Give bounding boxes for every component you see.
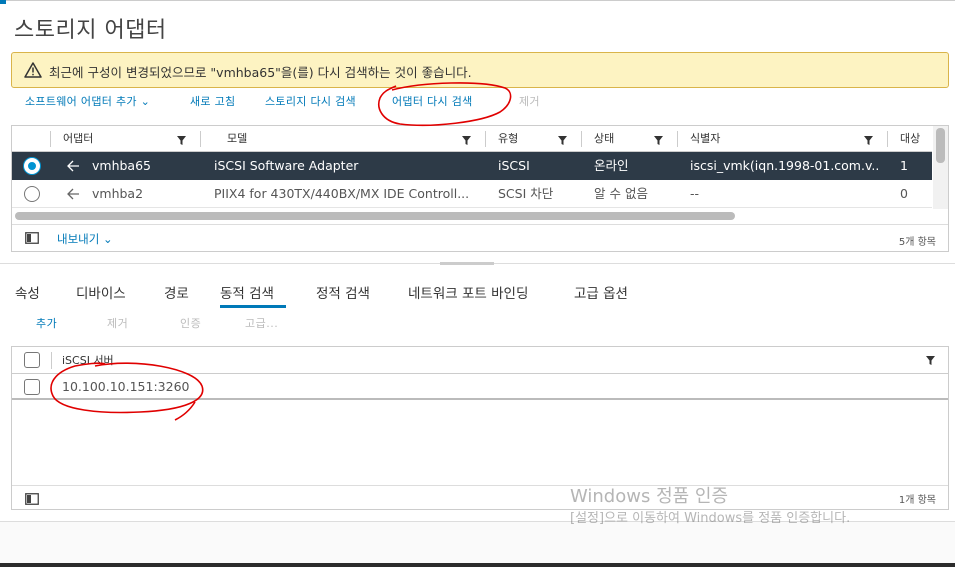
top-border	[0, 0, 955, 4]
add-server-button[interactable]: 추가	[36, 315, 57, 331]
row-radio-selected[interactable]	[24, 158, 40, 174]
item-count: 5개 항목	[898, 237, 936, 248]
column-header-identifier[interactable]: 식별자	[684, 126, 854, 152]
add-software-adapter-button[interactable]: 소프트웨어 어댑터 추가 ⌄	[25, 93, 150, 109]
cell-status: 온라인	[594, 158, 629, 173]
activation-watermark-text: [설정]으로 이동하여 Windows를 정품 인증합니다.	[570, 511, 851, 526]
column-toggle-icon[interactable]	[25, 493, 39, 505]
table-row[interactable]: 10.100.10.151:3260	[12, 374, 948, 400]
chevron-down-icon: ⌄	[140, 95, 151, 108]
filter-icon[interactable]	[654, 136, 663, 145]
refresh-button[interactable]: 새로 고침	[190, 93, 235, 109]
scrollbar-thumb[interactable]	[15, 212, 735, 220]
row-checkbox[interactable]	[24, 379, 40, 395]
warning-alert: 최근에 구성이 변경되었으므로 "vmhba65"을(를) 다시 검색하는 것이…	[11, 52, 949, 88]
cell-model: iSCSI Software Adapter	[214, 158, 359, 173]
cell-identifier: --	[690, 186, 700, 201]
detail-tabs: 속성 디바이스 경로 동적 검색 정적 검색 네트워크 포트 바인딩 고급 옵션	[0, 282, 955, 310]
cell-type: SCSI 차단	[498, 186, 554, 201]
vertical-scrollbar[interactable]	[933, 126, 948, 209]
iscsi-server-address: 10.100.10.151:3260	[62, 379, 190, 394]
cell-targets: 1	[900, 158, 908, 173]
column-header-type[interactable]: 유형	[492, 126, 562, 152]
export-button[interactable]: 내보내기 ⌄	[57, 231, 113, 247]
scrollbar-thumb[interactable]	[936, 128, 945, 163]
authentication-button[interactable]: 인증	[180, 315, 201, 331]
table-row[interactable]: vmhba65 iSCSI Software Adapter iSCSI 온라인…	[12, 152, 932, 180]
tab-static-discovery[interactable]: 정적 검색	[316, 282, 370, 308]
warning-icon	[24, 62, 42, 78]
horizontal-scrollbar[interactable]	[12, 209, 932, 223]
column-header-adapter[interactable]: 어댑터	[57, 126, 197, 152]
select-all-checkbox[interactable]	[24, 352, 40, 368]
adapter-icon	[67, 160, 79, 172]
cell-type: iSCSI	[498, 158, 530, 173]
column-separator	[887, 131, 888, 147]
cell-status: 알 수 없음	[594, 186, 648, 201]
column-separator	[581, 131, 582, 147]
cell-identifier: iscsi_vmk(iqn.1998-01.com.v...	[690, 158, 880, 173]
page-title: 스토리지 어댑터	[14, 18, 167, 43]
cell-model: PIIX4 for 430TX/440BX/MX IDE Controll...	[214, 186, 470, 201]
activation-watermark-title: Windows 정품 인증	[570, 486, 729, 507]
tab-properties[interactable]: 속성	[15, 282, 40, 308]
column-header-targets[interactable]: 대상	[894, 126, 932, 152]
column-separator	[50, 131, 51, 147]
column-header-model[interactable]: 모델	[221, 126, 461, 152]
servers-table-header: iSCSI 서버	[12, 347, 948, 374]
alert-message: 최근에 구성이 변경되었으므로 "vmhba65"을(를) 다시 검색하는 것이…	[49, 65, 472, 80]
taskbar-edge	[0, 563, 955, 567]
column-separator	[677, 131, 678, 147]
rescan-storage-button[interactable]: 스토리지 다시 검색	[265, 93, 356, 109]
row-radio[interactable]	[24, 186, 40, 202]
filter-icon[interactable]	[926, 356, 935, 365]
advanced-button[interactable]: 고급...	[245, 315, 278, 331]
column-separator	[51, 352, 52, 369]
table-row[interactable]: vmhba2 PIIX4 for 430TX/440BX/MX IDE Cont…	[12, 180, 932, 208]
adapters-table: 어댑터 모델 유형 상태 식별자 대상 vmhba65 iSCSI Softwa…	[11, 125, 949, 252]
remove-adapter-button[interactable]: 제거	[519, 93, 540, 109]
column-toggle-icon[interactable]	[25, 232, 39, 244]
chevron-down-icon: ⌄	[102, 232, 113, 246]
remove-server-button[interactable]: 제거	[107, 315, 128, 331]
filter-icon[interactable]	[462, 136, 471, 145]
filter-icon[interactable]	[177, 136, 186, 145]
adapter-icon	[67, 188, 79, 200]
tab-devices[interactable]: 디바이스	[76, 282, 126, 308]
filter-icon[interactable]	[558, 136, 567, 145]
tab-paths[interactable]: 경로	[164, 282, 189, 308]
column-separator	[200, 131, 201, 147]
resize-handle[interactable]	[440, 262, 494, 265]
top-accent	[0, 0, 6, 4]
adapters-table-footer: 내보내기 ⌄ 5개 항목	[12, 224, 948, 252]
column-separator	[485, 131, 486, 147]
cell-targets: 0	[900, 186, 908, 201]
column-header-status[interactable]: 상태	[588, 126, 658, 152]
rescan-adapter-button[interactable]: 어댑터 다시 검색	[392, 93, 473, 109]
cell-adapter: vmhba2	[92, 186, 144, 201]
iscsi-servers-table: iSCSI 서버 10.100.10.151:3260 1개 항목	[11, 346, 949, 510]
item-count: 1개 항목	[898, 495, 936, 506]
tab-dynamic-discovery[interactable]: 동적 검색	[220, 282, 286, 308]
tab-advanced-options[interactable]: 고급 옵션	[574, 282, 628, 308]
bottom-bar	[0, 522, 955, 567]
adapters-table-header: 어댑터 모델 유형 상태 식별자 대상	[12, 126, 932, 152]
tab-network-port-binding[interactable]: 네트워크 포트 바인딩	[408, 282, 528, 308]
pane-divider[interactable]	[0, 262, 955, 265]
filter-icon[interactable]	[864, 136, 873, 145]
column-header-iscsi-server[interactable]: iSCSI 서버	[62, 347, 114, 374]
cell-adapter: vmhba65	[92, 158, 151, 173]
